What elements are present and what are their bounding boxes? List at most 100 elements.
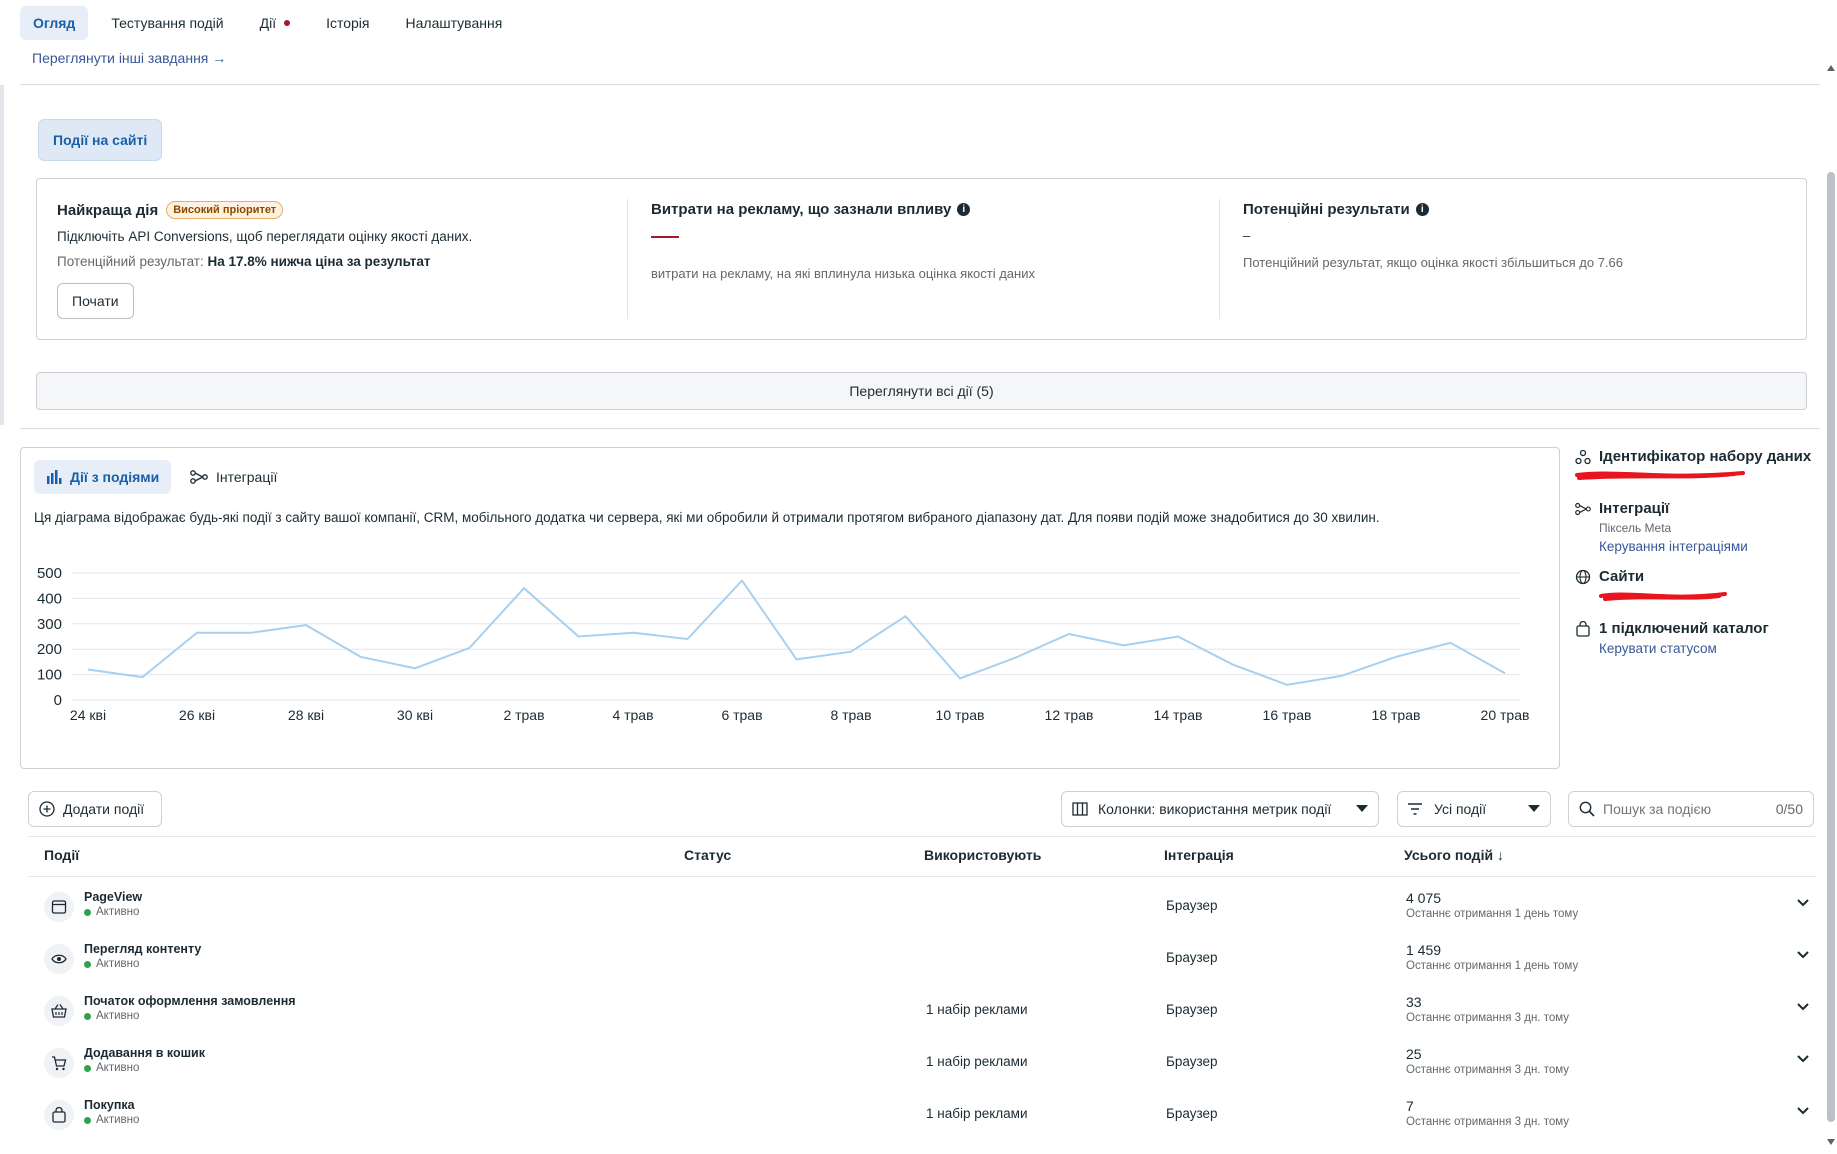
divider [28,836,1816,837]
data-point[interactable] [957,675,963,681]
scroll-down-arrow-icon[interactable] [1826,1136,1836,1148]
data-point[interactable] [848,649,854,655]
data-point[interactable] [1502,670,1508,676]
manage-integrations-link[interactable]: Керування інтеграціями [1599,539,1748,554]
filter-label: Усі події [1434,801,1487,817]
data-point[interactable] [903,613,909,619]
active-status-dot [84,1064,91,1072]
tab-settings[interactable]: Налаштування [393,6,516,40]
dataset-icon [1575,449,1591,464]
view-other-tasks-link[interactable]: Переглянути інші завдання → [32,50,226,66]
event-used-by: 1 набір реклами [926,1106,1028,1121]
event-total: 4 075 [1406,890,1442,906]
ad-spend-title: Витрати на рекламу, що зазнали впливу [651,201,952,218]
data-point[interactable] [467,645,473,651]
x-tick-label: 20 трав [1481,707,1530,723]
data-point[interactable] [1175,634,1181,640]
chevron-down-icon[interactable] [1796,1002,1810,1012]
chevron-down-icon[interactable] [1796,898,1810,908]
data-point[interactable] [521,585,527,591]
data-point[interactable] [1284,682,1290,688]
ad-spend-description: витрати на рекламу, на які вплинула низь… [651,266,1035,281]
event-search-field[interactable]: 0/50 [1568,791,1814,827]
start-button[interactable]: Почати [57,283,134,319]
chevron-down-icon[interactable] [1796,1054,1810,1064]
filter-dropdown[interactable]: Усі події [1397,791,1551,827]
table-row[interactable]: Перегляд контенту Активно Браузер 1 459 … [28,936,1818,988]
event-used-by: 1 набір реклами [926,1054,1028,1069]
sites-section: Сайти [1575,568,1727,601]
data-point[interactable] [1230,661,1236,667]
y-tick-label: 500 [37,565,62,582]
dataset-id-title: Ідентифікатор набору даних [1599,448,1812,465]
data-point[interactable] [576,634,582,640]
column-header-events: Події [44,847,80,863]
y-tick-label: 300 [37,616,62,633]
scroll-up-arrow-icon[interactable] [1826,62,1836,74]
data-point[interactable] [358,654,364,660]
view-all-actions-button[interactable]: Переглянути всі дії (5) [36,372,1807,410]
x-tick-label: 28 кві [288,707,324,723]
catalog-title: 1 підключений каталог [1599,620,1769,637]
event-status: Активно [84,958,139,970]
data-point[interactable] [1121,642,1127,648]
event-total: 7 [1406,1098,1414,1114]
events-on-site-tab[interactable]: Події на сайті [38,119,163,161]
active-status-dot [84,1012,91,1020]
columns-dropdown[interactable]: Колонки: використання метрик події [1061,791,1379,827]
chevron-down-icon[interactable] [1796,950,1810,960]
column-header-integration: Інтеграція [1164,847,1234,863]
active-status-dot [84,960,91,968]
chevron-down-icon[interactable] [1796,1106,1810,1116]
data-point[interactable] [685,636,691,642]
info-icon[interactable]: i [1415,203,1429,216]
scrollbar-thumb[interactable] [1827,172,1835,1122]
data-point[interactable] [194,630,200,636]
vertical-scrollbar[interactable] [1826,52,1836,1152]
data-point[interactable] [739,578,745,584]
data-point[interactable] [1393,654,1399,660]
event-last-received: Останнє отримання 1 день тому [1406,908,1579,920]
tab-event-activity[interactable]: Дії з подіями [34,460,172,494]
eye-icon [44,944,74,974]
data-point[interactable] [412,665,418,671]
caret-down-icon [1356,805,1368,812]
event-status-label: Активно [96,958,140,970]
table-row[interactable]: PageView Активно Браузер 4 075 Останнє о… [28,884,1818,936]
tab-test-events[interactable]: Тестування подій [98,6,236,40]
event-last-received: Останнє отримання 1 день тому [1406,960,1579,972]
add-events-button[interactable]: Додати події [28,791,162,827]
bar-chart-icon [47,470,62,484]
manage-status-link[interactable]: Керувати статусом [1599,641,1769,656]
event-status-label: Активно [96,906,140,918]
table-row[interactable]: Початок оформлення замовлення Активно 1 … [28,988,1818,1040]
column-header-total-events[interactable]: Усього подій ↓ [1404,847,1504,863]
data-point[interactable] [1448,640,1454,646]
data-point[interactable] [1066,631,1072,637]
data-point[interactable] [794,656,800,662]
tab-integrations[interactable]: Інтеграції [178,460,289,494]
data-point[interactable] [140,674,146,680]
y-tick-label: 100 [37,667,62,684]
search-input[interactable] [1603,801,1763,817]
data-point[interactable] [1012,655,1018,661]
tab-history[interactable]: Історія [313,6,382,40]
data-point[interactable] [249,630,255,636]
event-last-received: Останнє отримання 3 дн. тому [1406,1012,1570,1024]
table-row[interactable]: Покупка Активно 1 набір реклами Браузер … [28,1092,1818,1144]
data-point[interactable] [630,630,636,636]
event-status: Активно [84,1114,139,1126]
tab-overview[interactable]: Огляд [20,6,89,40]
chart-description: Ця діаграма відображає будь-які події з … [34,510,1380,525]
tab-actions[interactable]: Дії [247,6,303,40]
y-tick-label: 0 [54,692,62,709]
data-point[interactable] [303,622,309,628]
table-row[interactable]: Додавання в кошик Активно 1 набір реклам… [28,1040,1818,1092]
divider [20,428,1820,429]
x-tick-label: 24 кві [70,707,106,723]
potential-result-line: Потенційний результат: На 17.8% нижча ці… [57,254,472,269]
potential-results-value: – [1243,228,1251,243]
data-point[interactable] [85,667,91,673]
info-icon[interactable]: i [957,203,971,216]
data-point[interactable] [1339,673,1345,679]
